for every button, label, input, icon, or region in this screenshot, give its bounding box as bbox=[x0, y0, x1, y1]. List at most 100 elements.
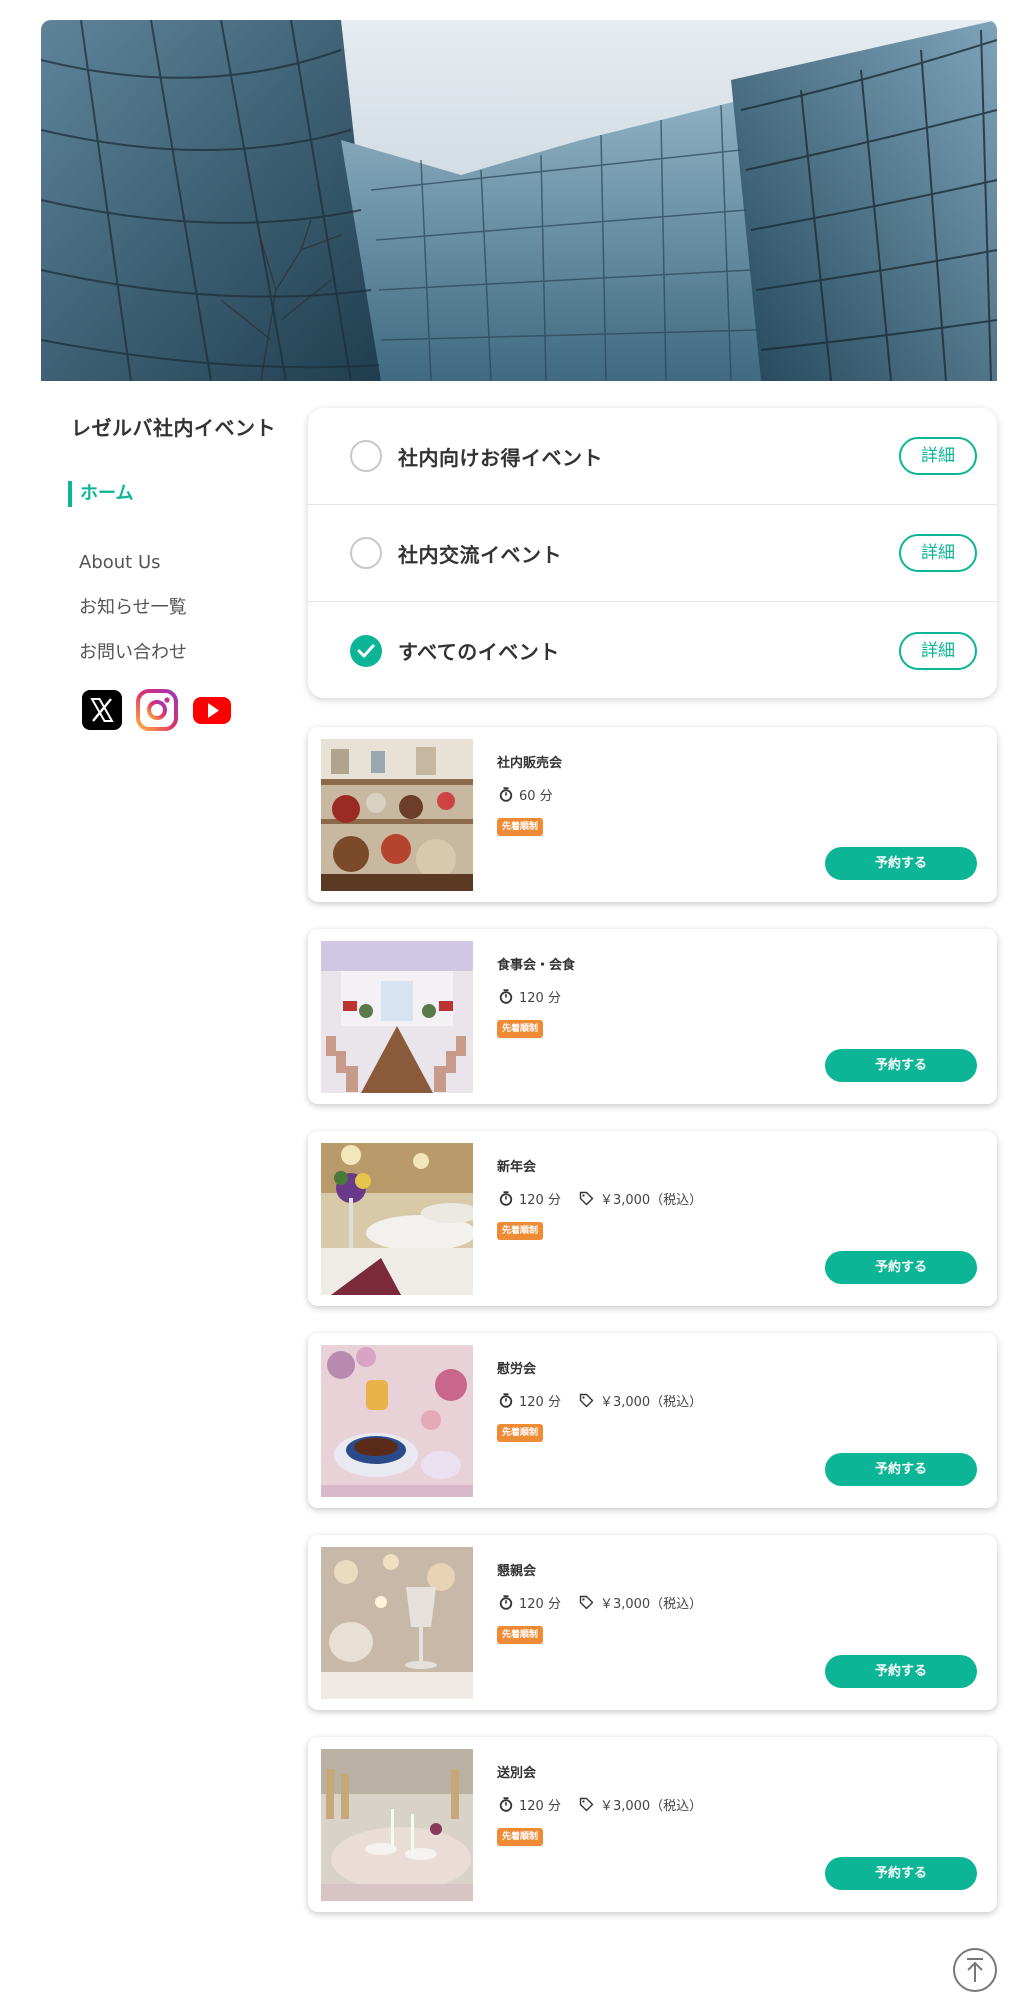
event-duration: 60 分 bbox=[499, 785, 553, 804]
glass-building-illustration bbox=[41, 20, 997, 381]
event-card[interactable]: 食事会・会食 120 分 先着順制 予約する bbox=[308, 929, 997, 1104]
event-title[interactable]: 食事会・会食 bbox=[497, 954, 575, 973]
filter-label: すべてのイベント bbox=[398, 640, 560, 664]
check-icon bbox=[357, 644, 375, 657]
event-price-text: ￥3,000（税込） bbox=[599, 1394, 703, 1410]
price-tag-icon bbox=[579, 1191, 594, 1205]
event-image[interactable] bbox=[321, 1547, 473, 1699]
event-duration: 120 分 bbox=[499, 987, 561, 1006]
tea-table-photo bbox=[321, 1345, 473, 1497]
wedding-table-photo bbox=[321, 1749, 473, 1901]
nav-item-news[interactable]: お知らせ一覧 bbox=[71, 596, 301, 619]
event-image[interactable] bbox=[321, 1143, 473, 1295]
event-meta: 120 分 bbox=[499, 986, 579, 1006]
timer-icon bbox=[499, 988, 513, 1004]
event-card[interactable]: 懇親会 120 分 ￥3,000（税込） 先着順制 予約する bbox=[308, 1535, 997, 1710]
event-duration-text: 120 分 bbox=[519, 990, 561, 1006]
event-image[interactable] bbox=[321, 1749, 473, 1901]
event-card[interactable]: 新年会 120 分 ￥3,000（税込） 先着順制 予約する bbox=[308, 1131, 997, 1306]
filter-radio-unchecked[interactable] bbox=[350, 537, 382, 569]
timer-icon bbox=[499, 786, 513, 802]
event-price-text: ￥3,000（税込） bbox=[599, 1596, 703, 1612]
price-tag-icon bbox=[579, 1393, 594, 1407]
event-list: 社内販売会 60 分 先着順制 予約する 食事会・会食 120 分 先着順制 予… bbox=[308, 727, 997, 1939]
filter-row: 社内向けお得イベント 詳細 bbox=[308, 408, 997, 505]
event-price: ￥3,000（税込） bbox=[579, 1795, 702, 1814]
event-duration: 120 分 bbox=[499, 1189, 561, 1208]
social-links bbox=[71, 689, 301, 731]
filter-radio-unchecked[interactable] bbox=[350, 440, 382, 472]
event-title[interactable]: 送別会 bbox=[497, 1762, 536, 1781]
event-duration: 120 分 bbox=[499, 1391, 561, 1410]
nav-item-contact[interactable]: お問い合わせ bbox=[71, 641, 301, 664]
filter-label: 社内交流イベント bbox=[398, 542, 562, 567]
event-image[interactable] bbox=[321, 739, 473, 891]
reserve-button[interactable]: 予約する bbox=[825, 1251, 977, 1284]
event-card[interactable]: 社内販売会 60 分 先着順制 予約する bbox=[308, 727, 997, 902]
first-come-badge: 先着順制 bbox=[497, 1222, 544, 1240]
x-icon[interactable] bbox=[81, 689, 123, 731]
event-price-text: ￥3,000（税込） bbox=[599, 1798, 703, 1814]
event-duration: 120 分 bbox=[499, 1593, 561, 1612]
event-price: ￥3,000（税込） bbox=[579, 1593, 702, 1612]
instagram-icon[interactable] bbox=[136, 689, 178, 731]
event-meta: 120 分 ￥3,000（税込） bbox=[499, 1794, 720, 1814]
event-price: ￥3,000（税込） bbox=[579, 1391, 702, 1410]
timer-icon bbox=[499, 1594, 513, 1610]
site-title[interactable]: レゼルバ社内イベント bbox=[71, 412, 301, 441]
glasses-photo bbox=[321, 1547, 473, 1699]
event-card[interactable]: 送別会 120 分 ￥3,000（税込） 先着順制 予約する bbox=[308, 1737, 997, 1912]
reserve-button[interactable]: 予約する bbox=[825, 1857, 977, 1890]
first-come-badge: 先着順制 bbox=[497, 1020, 544, 1038]
event-image[interactable] bbox=[321, 1345, 473, 1497]
category-filter-panel: 社内向けお得イベント 詳細 社内交流イベント 詳細 すべてのイベント 詳細 bbox=[308, 408, 997, 698]
sidebar: レゼルバ社内イベント ホーム About Us お知らせ一覧 お問い合わせ bbox=[68, 412, 301, 731]
first-come-badge: 先着順制 bbox=[497, 1828, 544, 1846]
event-meta: 120 分 ￥3,000（税込） bbox=[499, 1592, 720, 1612]
event-duration-text: 120 分 bbox=[519, 1394, 561, 1410]
reserve-button[interactable]: 予約する bbox=[825, 847, 977, 880]
first-come-badge: 先着順制 bbox=[497, 818, 544, 836]
event-title[interactable]: 懇親会 bbox=[497, 1560, 536, 1579]
event-duration-text: 120 分 bbox=[519, 1798, 561, 1814]
event-price-text: ￥3,000（税込） bbox=[599, 1192, 703, 1208]
first-come-badge: 先着順制 bbox=[497, 1626, 544, 1644]
reserve-button[interactable]: 予約する bbox=[825, 1655, 977, 1688]
event-meta: 120 分 ￥3,000（税込） bbox=[499, 1188, 720, 1208]
filter-label: 社内向けお得イベント bbox=[398, 445, 603, 470]
price-tag-icon bbox=[579, 1797, 594, 1811]
event-meta: 120 分 ￥3,000（税込） bbox=[499, 1390, 720, 1410]
event-duration-text: 120 分 bbox=[519, 1596, 561, 1612]
detail-button[interactable]: 詳細 bbox=[899, 534, 977, 572]
hero-image bbox=[41, 20, 997, 381]
nav-item-about-us[interactable]: About Us bbox=[71, 551, 301, 574]
filter-row: すべてのイベント 詳細 bbox=[308, 602, 997, 699]
event-duration-text: 60 分 bbox=[519, 788, 553, 804]
timer-icon bbox=[499, 1392, 513, 1408]
ballroom-photo bbox=[321, 1143, 473, 1295]
event-image[interactable] bbox=[321, 941, 473, 1093]
event-title[interactable]: 慰労会 bbox=[497, 1358, 536, 1377]
event-meta: 60 分 bbox=[499, 784, 571, 804]
event-card[interactable]: 慰労会 120 分 ￥3,000（税込） 先着順制 予約する bbox=[308, 1333, 997, 1508]
first-come-badge: 先着順制 bbox=[497, 1424, 544, 1442]
timer-icon bbox=[499, 1796, 513, 1812]
price-tag-icon bbox=[579, 1595, 594, 1609]
nav-list: About Us お知らせ一覧 お問い合わせ bbox=[71, 551, 301, 664]
reserve-button[interactable]: 予約する bbox=[825, 1453, 977, 1486]
market-photo bbox=[321, 739, 473, 891]
detail-button[interactable]: 詳細 bbox=[899, 437, 977, 475]
event-duration: 120 分 bbox=[499, 1795, 561, 1814]
youtube-icon[interactable] bbox=[191, 689, 233, 731]
detail-button[interactable]: 詳細 bbox=[899, 631, 977, 670]
reserve-button[interactable]: 予約する bbox=[825, 1049, 977, 1082]
banquet-hall-photo bbox=[321, 941, 473, 1093]
event-duration-text: 120 分 bbox=[519, 1192, 561, 1208]
event-price: ￥3,000（税込） bbox=[579, 1189, 702, 1208]
timer-icon bbox=[499, 1190, 513, 1206]
back-to-top-icon[interactable] bbox=[952, 1947, 998, 1993]
nav-item-home[interactable]: ホーム bbox=[68, 481, 301, 507]
event-title[interactable]: 新年会 bbox=[497, 1156, 536, 1175]
filter-radio-checked[interactable] bbox=[350, 634, 382, 667]
event-title[interactable]: 社内販売会 bbox=[497, 752, 562, 771]
